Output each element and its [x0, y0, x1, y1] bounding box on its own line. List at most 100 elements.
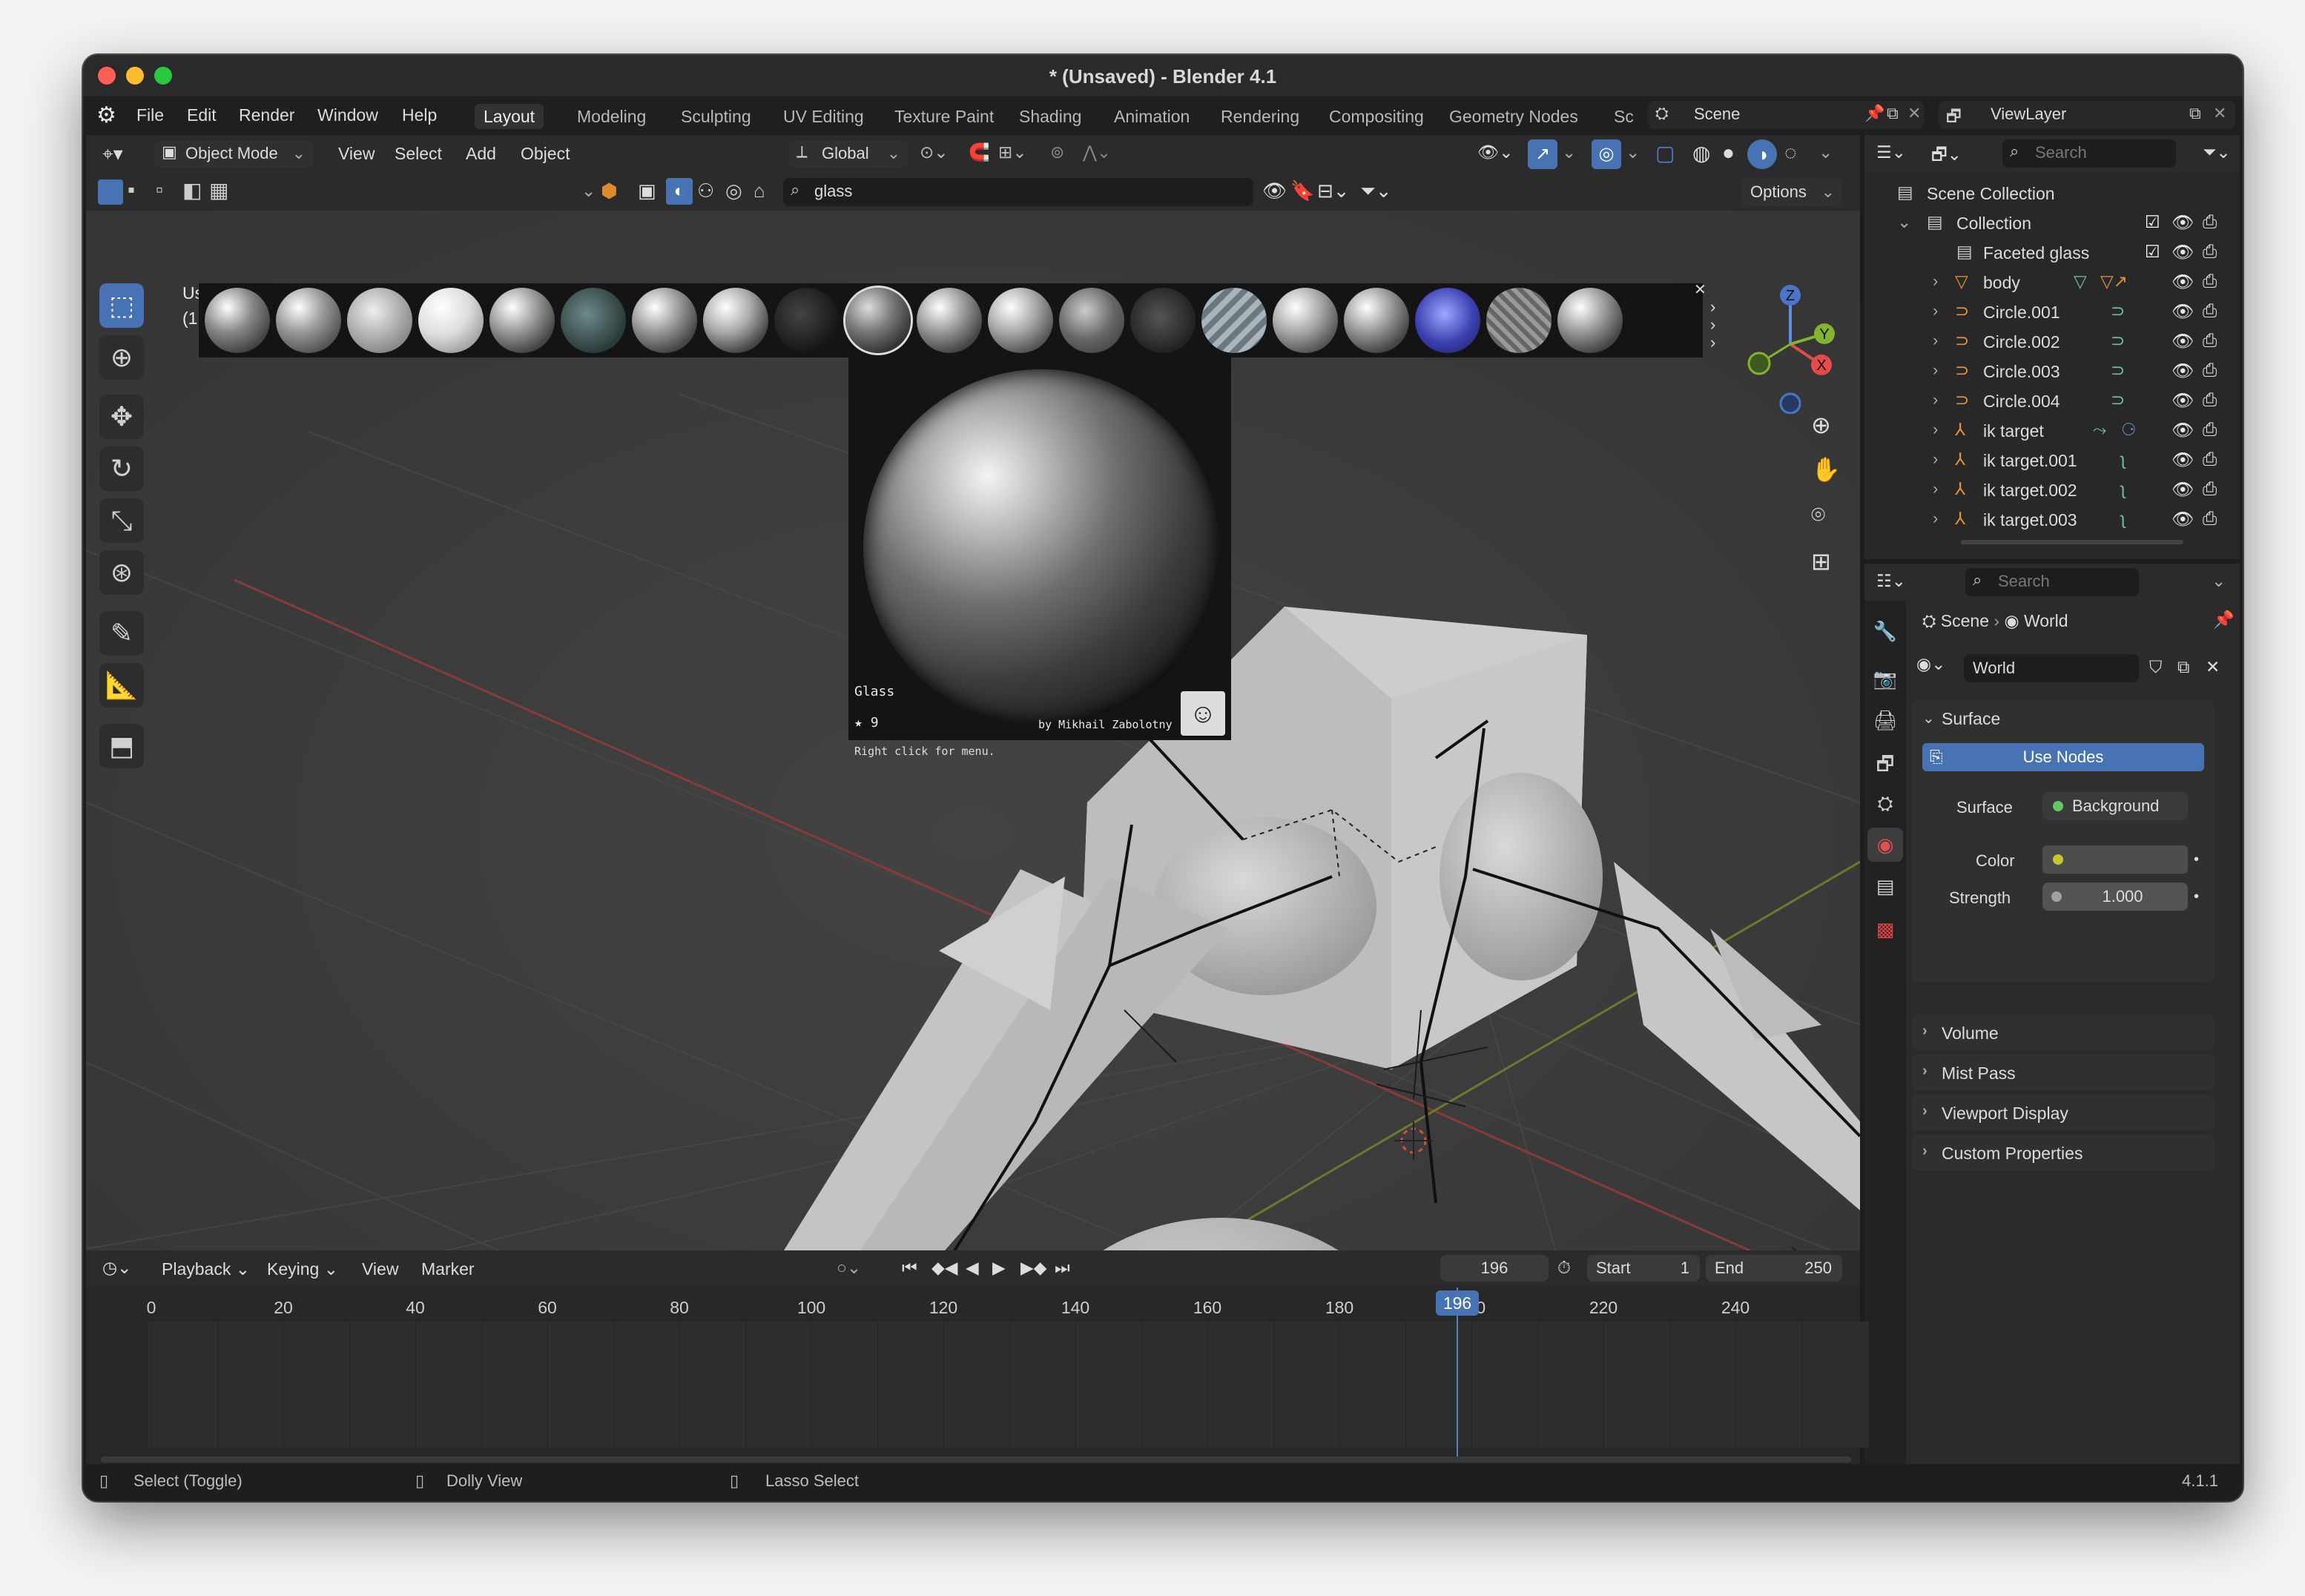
mist-pass-section[interactable]: › Mist Pass: [1912, 1055, 2215, 1090]
tab-modeling[interactable]: Modeling: [568, 104, 655, 129]
menu-marker[interactable]: Marker: [421, 1259, 475, 1279]
menu-help[interactable]: Help: [402, 105, 437, 125]
select-subtract-icon[interactable]: ▫: [156, 178, 163, 202]
keyframe-dot-icon[interactable]: •: [2194, 851, 2199, 868]
custom-properties-section[interactable]: › Custom Properties: [1912, 1135, 2215, 1170]
annotate-tool[interactable]: ✎: [99, 611, 144, 656]
checkbox-icon[interactable]: ☑: [2145, 242, 2160, 262]
chevron-right-icon[interactable]: ›: [1933, 509, 1938, 528]
asset-thumbnail[interactable]: [561, 288, 626, 353]
move-tool[interactable]: ✥: [99, 395, 144, 439]
checkbox-icon[interactable]: ☑: [2145, 212, 2160, 232]
play-reverse-icon[interactable]: ◀: [966, 1258, 979, 1278]
filter-icon[interactable]: ⏷⌄: [1360, 179, 1392, 203]
menu-keying[interactable]: Keying ⌄: [267, 1259, 338, 1279]
tab-rendering[interactable]: Rendering: [1212, 104, 1308, 129]
transform-orientation[interactable]: ⟂ Global ⌄: [789, 141, 908, 168]
eye-icon[interactable]: 👁: [2172, 449, 2194, 471]
asset-filter-brush-icon[interactable]: ⌂: [754, 179, 765, 202]
display-mode-icon[interactable]: 🗗⌄: [1931, 142, 1962, 171]
bookmark-icon[interactable]: 🔖: [1290, 179, 1314, 202]
tab-compositing[interactable]: Compositing: [1320, 104, 1433, 129]
view-layer-tab-icon[interactable]: 🗗: [1870, 751, 1900, 783]
surface-section-title[interactable]: Surface: [1942, 709, 2000, 729]
world-tab-icon[interactable]: ◉: [1867, 828, 1903, 862]
unlink-world-icon[interactable]: ✕: [2206, 657, 2220, 677]
view-layer-selector[interactable]: 🗗 ViewLayer ⧉ ✕: [1939, 101, 2235, 129]
jump-end-icon[interactable]: ⏭: [1055, 1258, 1070, 1278]
camera-icon[interactable]: ⎙: [2203, 331, 2217, 352]
falloff-icon[interactable]: ⋀⌄: [1083, 142, 1111, 162]
add-cube-tool[interactable]: ⬒: [99, 724, 144, 768]
visibility-icon[interactable]: 👁⌄: [1477, 142, 1513, 162]
camera-icon[interactable]: ⎙: [2203, 301, 2217, 322]
chevron-down-icon[interactable]: ⌄: [1626, 142, 1640, 162]
rendered-shading-icon[interactable]: ◌: [1784, 141, 1797, 165]
eye-icon[interactable]: 👁: [2172, 479, 2194, 501]
surface-shader-selector[interactable]: Background: [2042, 792, 2188, 820]
asset-search-input[interactable]: ⌕ glass: [783, 178, 1253, 206]
timeline-editor-type-icon[interactable]: ◷⌄: [102, 1258, 131, 1278]
camera-icon[interactable]: ⎙: [2203, 509, 2217, 530]
camera-icon[interactable]: ⎙: [2203, 271, 2217, 292]
asset-thumbnail[interactable]: [1130, 288, 1196, 353]
camera-icon[interactable]: ⎙: [2203, 360, 2217, 381]
outliner-item-body[interactable]: › ▽ body ▽ ▽↗ 👁 ⎙: [1864, 267, 2240, 297]
tab-sculpting[interactable]: Sculpting: [672, 104, 760, 129]
properties-editor-type-icon[interactable]: ☷⌄: [1876, 571, 1906, 591]
scene-tab-icon[interactable]: ⛭: [1870, 792, 1900, 816]
world-browse-icon[interactable]: ◉⌄: [1916, 654, 1961, 682]
asset-thumbnail[interactable]: [1201, 288, 1267, 353]
camera-icon[interactable]: ⎙: [2203, 449, 2217, 470]
asset-thumbnail[interactable]: [1415, 288, 1480, 353]
asset-thumbnail[interactable]: [1344, 288, 1409, 353]
asset-thumbnail[interactable]: [1273, 288, 1338, 353]
asset-thumbnail[interactable]: [205, 288, 270, 353]
asset-filter-material-icon[interactable]: ◐: [666, 178, 693, 205]
new-scene-icon[interactable]: ⧉: [1887, 104, 1899, 123]
asset-thumbnail[interactable]: [489, 288, 555, 353]
menu-add[interactable]: Add: [466, 144, 496, 164]
eye-icon[interactable]: 👁: [2172, 242, 2194, 263]
chevron-right-icon[interactable]: ›: [1933, 479, 1938, 498]
menu-window[interactable]: Window: [317, 105, 378, 125]
scale-tool[interactable]: ⤡: [99, 498, 144, 543]
gizmo-toggle-icon[interactable]: ↗: [1528, 139, 1557, 169]
blender-logo-icon[interactable]: ⚙: [96, 102, 116, 128]
chevron-right-icon[interactable]: ›: [1933, 271, 1938, 291]
editor-type-icon[interactable]: ⌖▾: [102, 142, 123, 166]
color-field[interactable]: [2042, 845, 2188, 874]
menu-edit[interactable]: Edit: [187, 105, 217, 125]
pin-icon[interactable]: 📌: [2213, 610, 2235, 630]
chevron-down-icon[interactable]: ⌄: [1818, 142, 1833, 162]
asset-thumbnail[interactable]: [917, 288, 982, 353]
asset-thumbnail[interactable]: [632, 288, 697, 353]
outliner-item-circle-004[interactable]: › ⊃ Circle.004 ⊃ 👁 ⎙: [1864, 386, 2240, 415]
tab-scripting[interactable]: Sc: [1605, 104, 1643, 129]
shelf-scroll-icons[interactable]: › › ›: [1710, 298, 1715, 352]
snap-icon[interactable]: 🧲: [969, 142, 990, 162]
chevron-right-icon[interactable]: ›: [1933, 331, 1938, 350]
chevron-down-icon[interactable]: ⌄: [2212, 571, 2226, 591]
new-view-layer-icon[interactable]: ⧉: [2189, 104, 2201, 123]
eye-toggle-icon[interactable]: 👁: [1262, 179, 1287, 202]
current-frame-field[interactable]: 196: [1440, 1255, 1549, 1282]
asset-filter-pose-icon[interactable]: ⚇: [697, 179, 714, 202]
camera-icon[interactable]: ⎙: [2203, 390, 2217, 411]
pan-hand-icon[interactable]: ✋: [1811, 455, 1841, 484]
tool-tab-icon[interactable]: 🔧: [1870, 620, 1900, 643]
menu-timeline-view[interactable]: View: [362, 1259, 398, 1279]
proportional-edit-icon[interactable]: ⊚: [1050, 142, 1064, 162]
snap-target-icon[interactable]: ⊞⌄: [998, 142, 1027, 162]
chevron-right-icon[interactable]: ›: [1933, 420, 1938, 439]
chevron-down-icon[interactable]: ⌄: [1897, 212, 1911, 232]
chevron-right-icon[interactable]: ›: [1933, 360, 1938, 380]
playhead-frame-badge[interactable]: 196: [1436, 1290, 1479, 1316]
outliner-item-ik-target-003[interactable]: › ⅄ ik target.003 ʅ 👁 ⎙: [1864, 504, 2240, 534]
volume-section[interactable]: › Volume: [1912, 1015, 2215, 1050]
transform-tool[interactable]: ⊛: [99, 550, 144, 595]
outliner-search-input[interactable]: ⌕ Search: [2002, 139, 2176, 168]
menu-render[interactable]: Render: [239, 105, 294, 125]
timeline-scrollbar[interactable]: [101, 1457, 1851, 1463]
outliner-item-circle-001[interactable]: › ⊃ Circle.001 ⊃ 👁 ⎙: [1864, 297, 2240, 326]
